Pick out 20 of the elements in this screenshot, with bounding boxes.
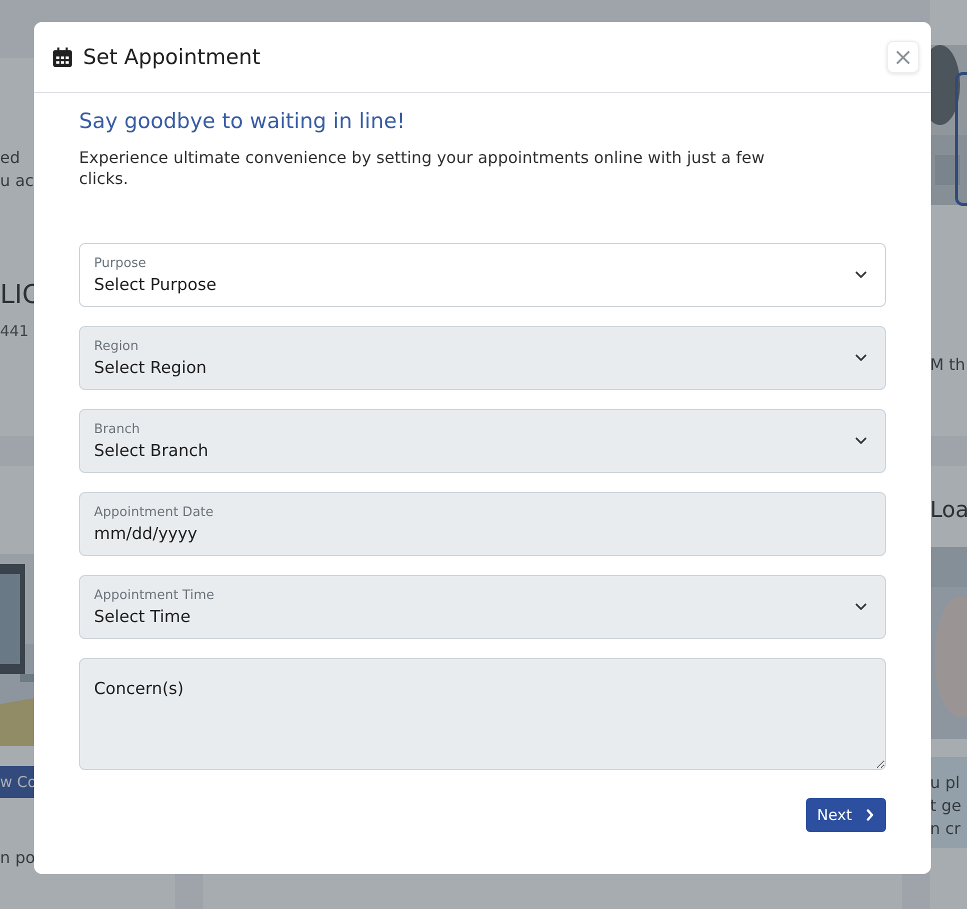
card-text: 441 (0, 322, 29, 340)
next-button[interactable]: Next (806, 798, 886, 832)
chevron-right-icon (866, 809, 874, 821)
chevron-down-icon (855, 271, 867, 279)
calendar-icon (52, 46, 73, 68)
chevron-down-icon (855, 354, 867, 362)
intro-text: Experience ultimate convenience by setting your appointments online with just a few clicks. (79, 147, 766, 189)
dialog-heading: Say goodbye to waiting in line! (79, 109, 406, 133)
card-text: u pl (930, 773, 960, 792)
card-text: t ge (930, 796, 962, 815)
card-text: n cr (930, 819, 961, 838)
card-heading: Loa (930, 498, 967, 523)
chevron-down-icon (855, 603, 867, 611)
select-field[interactable]: Purpose Select Purpose (79, 243, 886, 307)
card-text: u ac (0, 171, 34, 190)
dialog-title: Set Appointment (83, 45, 262, 69)
card-text: ed (0, 148, 20, 167)
card-text: n po (0, 848, 36, 867)
chevron-down-icon (855, 437, 867, 445)
card-text: M th (930, 355, 966, 374)
